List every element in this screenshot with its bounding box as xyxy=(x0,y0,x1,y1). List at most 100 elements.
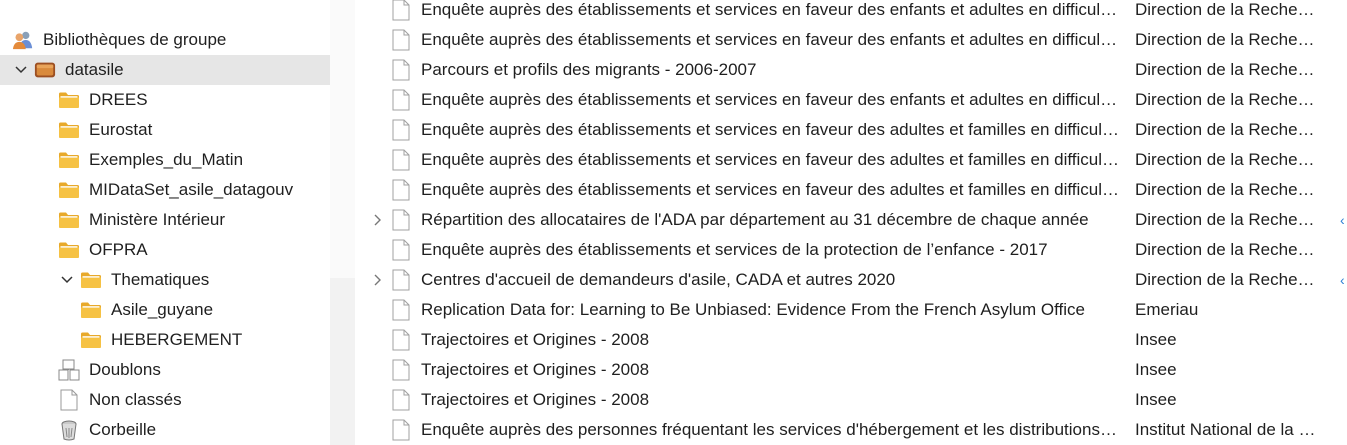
item-creator: Insee xyxy=(1135,330,1177,349)
sidebar-item-minist-re-int-rieur[interactable]: Ministère Intérieur xyxy=(0,205,330,235)
sidebar-item-label: Ministère Intérieur xyxy=(89,210,226,229)
document-icon xyxy=(391,389,411,411)
item-row[interactable]: Trajectoires et Origines - 2008 Insee xyxy=(355,325,1347,355)
sidebar-item-drees[interactable]: DREES xyxy=(0,85,330,115)
sidebar-item-label: HEBERGEMENT xyxy=(111,330,243,349)
folder-icon xyxy=(80,330,102,350)
item-creator: Insee xyxy=(1135,360,1177,379)
sidebar-item-exemples-du-matin[interactable]: Exemples_du_Matin xyxy=(0,145,330,175)
folder-icon xyxy=(80,270,102,290)
sidebar-item-non-class-s[interactable]: Non classés xyxy=(0,385,330,415)
item-row[interactable]: Répartition des allocataires de l'ADA pa… xyxy=(355,205,1347,235)
unfiled-icon xyxy=(58,389,80,411)
item-title: Centres d'accueil de demandeurs d'asile,… xyxy=(421,270,896,289)
item-creator: Direction de la Recherche xyxy=(1135,90,1320,109)
item-creator: Institut National de la Statistique xyxy=(1135,420,1320,439)
item-row[interactable]: Enquête auprès des établissements et ser… xyxy=(355,145,1347,175)
item-title: Enquête auprès des établissements et ser… xyxy=(421,180,1121,199)
item-creator: Direction de la Recherche xyxy=(1135,240,1320,259)
sidebar-item-label: DREES xyxy=(89,90,148,109)
sidebar-item-label: Exemples_du_Matin xyxy=(89,150,244,169)
document-icon xyxy=(391,299,411,321)
item-creator: Direction de la Recherche xyxy=(1135,60,1320,79)
item-title: Trajectoires et Origines - 2008 xyxy=(421,330,650,349)
sidebar-item-midataset-asile-datagouv[interactable]: MIDataSet_asile_datagouv xyxy=(0,175,330,205)
item-creator: Direction de la Recherche xyxy=(1135,30,1320,49)
item-title: Enquête auprès des établissements et ser… xyxy=(421,120,1121,139)
item-row[interactable]: Enquête auprès des établissements et ser… xyxy=(355,115,1347,145)
folder-icon xyxy=(58,180,80,200)
sidebar-item-asile-guyane[interactable]: Asile_guyane xyxy=(0,295,330,325)
item-creator: Insee xyxy=(1135,390,1177,409)
item-creator: Direction de la Recherche xyxy=(1135,0,1320,19)
item-title: Enquête auprès des établissements et ser… xyxy=(421,240,1048,259)
collections-scrollbar-thumb[interactable] xyxy=(330,0,355,278)
item-row[interactable]: Enquête auprès des personnes fréquentant… xyxy=(355,415,1347,445)
chevron-right-icon[interactable] xyxy=(371,205,385,235)
document-icon xyxy=(391,59,411,81)
item-row[interactable]: Parcours et profils des migrants - 2006-… xyxy=(355,55,1347,85)
sidebar-item-label: Doublons xyxy=(89,360,161,379)
item-row[interactable]: Centres d'accueil de demandeurs d'asile,… xyxy=(355,265,1347,295)
document-icon xyxy=(391,149,411,171)
sidebar-item-biblioth-ques-de-groupe[interactable]: Bibliothèques de groupe xyxy=(0,25,330,55)
sidebar-item-label: Corbeille xyxy=(89,420,157,439)
sidebar-item-eurostat[interactable]: Eurostat xyxy=(0,115,330,145)
document-icon xyxy=(391,0,411,21)
item-title: Replication Data for: Learning to Be Unb… xyxy=(421,300,1085,319)
collections-pane: Bibliothèques de groupe datasile DREES Euro… xyxy=(0,0,330,445)
item-title: Trajectoires et Origines - 2008 xyxy=(421,390,650,409)
document-icon xyxy=(391,269,411,291)
sidebar-item-thematiques[interactable]: Thematiques xyxy=(0,265,330,295)
item-row[interactable]: Enquête auprès des établissements et ser… xyxy=(355,0,1347,25)
item-row[interactable]: Enquête auprès des établissements et ser… xyxy=(355,85,1347,115)
sidebar-item-datasile[interactable]: datasile xyxy=(0,55,330,85)
sidebar-item-label: Bibliothèques de groupe xyxy=(43,30,227,49)
folder-icon xyxy=(80,300,102,320)
attachment-badge[interactable]: ‹ xyxy=(1340,265,1345,295)
item-row[interactable]: Trajectoires et Origines - 2008 Insee xyxy=(355,385,1347,415)
item-row[interactable]: Replication Data for: Learning to Be Unb… xyxy=(355,295,1347,325)
sidebar-item-ofpra[interactable]: OFPRA xyxy=(0,235,330,265)
document-icon xyxy=(391,29,411,51)
item-creator: Direction de la Recherche xyxy=(1135,150,1320,169)
item-row[interactable]: Enquête auprès des établissements et ser… xyxy=(355,175,1347,205)
document-icon xyxy=(391,239,411,261)
document-icon xyxy=(391,179,411,201)
attachment-badge[interactable]: ‹ xyxy=(1340,205,1345,235)
sidebar-item-label: Asile_guyane xyxy=(111,300,214,319)
item-title: Enquête auprès des établissements et ser… xyxy=(421,0,1121,19)
folder-icon xyxy=(58,90,80,110)
item-row[interactable]: Trajectoires et Origines - 2008 Insee xyxy=(355,355,1347,385)
item-row[interactable]: Enquête auprès des établissements et ser… xyxy=(355,235,1347,265)
sidebar-item-label: OFPRA xyxy=(89,240,148,259)
item-creator: Direction de la Recherche xyxy=(1135,210,1320,229)
item-title: Répartition des allocataires de l'ADA pa… xyxy=(421,210,1089,229)
item-title: Enquête auprès des établissements et ser… xyxy=(421,150,1121,169)
trash-icon xyxy=(58,420,80,441)
sidebar-item-label: Thematiques xyxy=(111,270,210,289)
document-icon xyxy=(391,359,411,381)
document-icon xyxy=(391,119,411,141)
item-creator: Direction de la Recherche xyxy=(1135,120,1320,139)
folder-icon xyxy=(58,240,80,260)
item-creator: Emeriau xyxy=(1135,300,1199,319)
item-title: Trajectoires et Origines - 2008 xyxy=(421,360,650,379)
group-library-icon xyxy=(34,60,56,80)
chevron-down-icon[interactable] xyxy=(60,265,74,295)
sidebar-item-label: Eurostat xyxy=(89,120,153,139)
folder-icon xyxy=(58,150,80,170)
sidebar-item-label: datasile xyxy=(65,60,124,79)
sidebar-item-hebergement[interactable]: HEBERGEMENT xyxy=(0,325,330,355)
sidebar-item-doublons[interactable]: Doublons xyxy=(0,355,330,385)
group-libraries-icon xyxy=(12,30,34,50)
item-title: Enquête auprès des établissements et ser… xyxy=(421,30,1121,49)
item-row[interactable]: Enquête auprès des établissements et ser… xyxy=(355,25,1347,55)
item-title: Enquête auprès des établissements et ser… xyxy=(421,90,1121,109)
document-icon xyxy=(391,329,411,351)
sidebar-item-corbeille[interactable]: Corbeille xyxy=(0,415,330,445)
chevron-right-icon[interactable] xyxy=(371,265,385,295)
sidebar-item-label: MIDataSet_asile_datagouv xyxy=(89,180,294,199)
item-title: Parcours et profils des migrants - 2006-… xyxy=(421,60,757,79)
chevron-down-icon[interactable] xyxy=(14,55,28,85)
